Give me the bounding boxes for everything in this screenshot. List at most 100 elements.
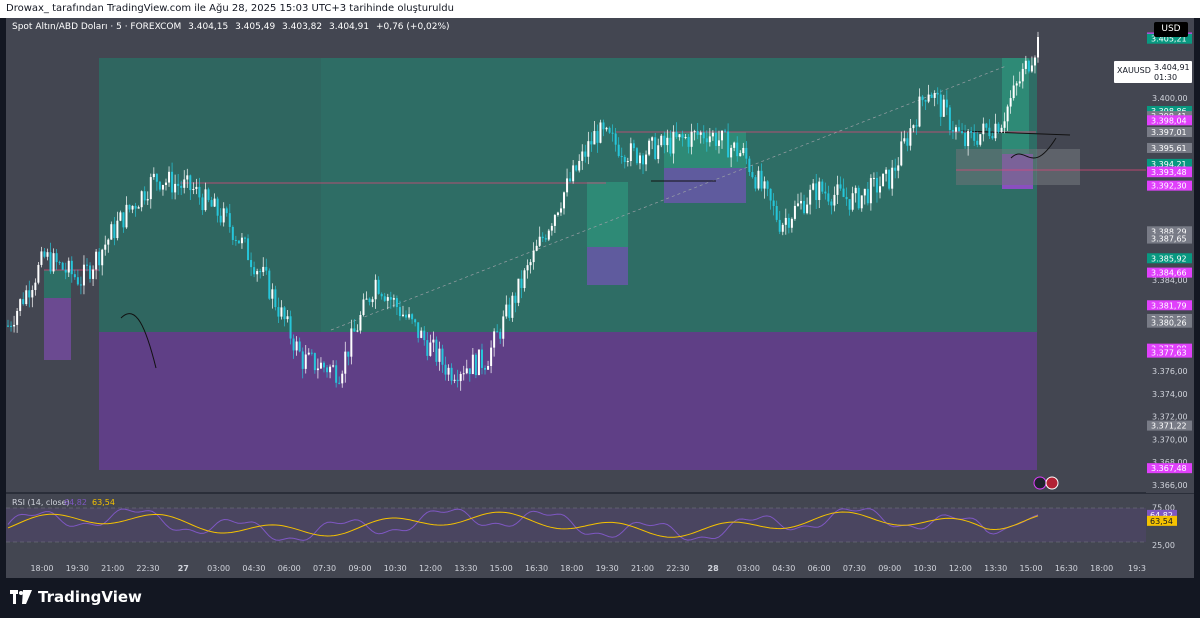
candle-body bbox=[556, 212, 559, 216]
candle-body bbox=[295, 341, 298, 351]
candle-body bbox=[228, 213, 231, 227]
symbol-legend[interactable]: Spot Altın/ABD Doları · 5 · FOREXCOM 3.4… bbox=[12, 22, 454, 32]
rsi-scale-badges: 64,8263,54 bbox=[1147, 509, 1177, 526]
candle-body bbox=[155, 173, 158, 182]
candle-body bbox=[535, 245, 538, 251]
rsi-value-2: 63,54 bbox=[92, 498, 115, 507]
symbol-countdown: 01:30 bbox=[1154, 73, 1177, 82]
candle-body bbox=[161, 185, 164, 190]
price-chart-svg[interactable]: RSI (14, close) 64,82 63,54 3.402,003.40… bbox=[6, 18, 1194, 578]
price-badge-label: 3.377,63 bbox=[1151, 349, 1187, 358]
candle-body bbox=[529, 262, 532, 266]
candle-body bbox=[684, 137, 687, 139]
candle-body bbox=[119, 212, 122, 221]
price-tick-label: 3.374,00 bbox=[1152, 390, 1188, 399]
candle-body bbox=[760, 170, 763, 189]
candle-body bbox=[113, 224, 116, 239]
candle-body bbox=[970, 131, 973, 133]
candle-body bbox=[523, 270, 526, 289]
price-badge-label: 3.398,04 bbox=[1151, 116, 1187, 125]
candle-body bbox=[897, 165, 900, 171]
candle-body bbox=[7, 325, 9, 327]
candle-body bbox=[724, 130, 727, 132]
price-badge-label: 3.397,01 bbox=[1151, 128, 1187, 137]
candle-body bbox=[550, 225, 553, 231]
tradingview-logo-icon bbox=[10, 590, 32, 604]
candle-body bbox=[766, 181, 769, 189]
candle-body bbox=[663, 135, 666, 146]
candle-body bbox=[450, 367, 453, 381]
symbol-price: 3.404,91 bbox=[1154, 63, 1190, 72]
candle-body bbox=[180, 185, 183, 188]
candle-body bbox=[13, 324, 16, 327]
candle-body bbox=[432, 339, 435, 343]
chart-area[interactable]: RSI (14, close) 64,82 63,54 3.402,003.40… bbox=[6, 18, 1194, 578]
candle-body bbox=[800, 200, 803, 204]
candle-body bbox=[31, 290, 34, 298]
candle-body bbox=[721, 130, 724, 141]
currency-badge[interactable]: USD bbox=[1154, 22, 1188, 37]
us-news-icon[interactable] bbox=[1045, 476, 1059, 490]
candle-body bbox=[1009, 98, 1012, 107]
candle-body bbox=[79, 284, 82, 286]
candle-body bbox=[848, 199, 851, 210]
purple-box-b bbox=[664, 168, 746, 203]
candle-body bbox=[660, 135, 663, 146]
rsi-label: RSI (14, close) bbox=[12, 498, 70, 507]
candle-body bbox=[958, 127, 961, 132]
candle-body bbox=[806, 204, 809, 214]
candle-body bbox=[778, 219, 781, 232]
candle-body bbox=[237, 240, 240, 244]
event-flag-icon[interactable] bbox=[1033, 476, 1047, 490]
candle-body bbox=[812, 183, 815, 190]
small-profit-zone-left bbox=[44, 270, 71, 298]
candle-body bbox=[247, 238, 250, 261]
candle-body bbox=[213, 198, 216, 207]
candle-body bbox=[860, 195, 863, 209]
candle-body bbox=[140, 191, 143, 208]
time-label: 16:30 bbox=[525, 564, 548, 573]
rsi-band bbox=[6, 508, 1146, 542]
candle-body bbox=[635, 148, 638, 164]
candle-body bbox=[350, 328, 353, 357]
candle-body bbox=[1037, 36, 1039, 58]
candle-body bbox=[326, 367, 329, 373]
candle-body bbox=[73, 274, 76, 278]
candle-body bbox=[64, 269, 67, 273]
candle-body bbox=[371, 299, 374, 303]
time-label: 19:30 bbox=[596, 564, 619, 573]
candle-body bbox=[201, 197, 204, 211]
candle-body bbox=[563, 192, 566, 209]
candle-body bbox=[210, 200, 213, 207]
candle-body bbox=[484, 367, 487, 370]
candle-body bbox=[493, 331, 496, 348]
candle-body bbox=[915, 125, 918, 127]
tradingview-logo[interactable]: TradingView bbox=[10, 588, 142, 606]
candle-body bbox=[401, 314, 404, 317]
candle-body bbox=[705, 138, 708, 143]
candle-body bbox=[696, 131, 699, 135]
time-label: 12:00 bbox=[419, 564, 442, 573]
candle-body bbox=[912, 125, 915, 129]
candle-body bbox=[730, 147, 733, 158]
candle-body bbox=[727, 131, 730, 158]
candle-body bbox=[189, 175, 192, 191]
candle-body bbox=[821, 181, 824, 192]
candle-body bbox=[936, 93, 939, 95]
candle-body bbox=[219, 215, 222, 223]
candle-body bbox=[976, 140, 979, 145]
candle-body bbox=[274, 289, 277, 308]
time-label: 06:00 bbox=[808, 564, 831, 573]
time-label: 10:30 bbox=[384, 564, 407, 573]
candle-body bbox=[769, 188, 772, 201]
purple-box-a bbox=[587, 247, 628, 285]
candle-body bbox=[623, 156, 626, 163]
time-label: 10:30 bbox=[914, 564, 937, 573]
candle-body bbox=[271, 289, 274, 299]
price-badge-label: 3.387,65 bbox=[1151, 235, 1187, 244]
green-box-c bbox=[1002, 58, 1029, 154]
time-label: 19:3 bbox=[1128, 564, 1146, 573]
candle-body bbox=[985, 123, 988, 128]
long-position-stop-zone[interactable] bbox=[99, 332, 1037, 470]
candle-body bbox=[739, 153, 742, 157]
